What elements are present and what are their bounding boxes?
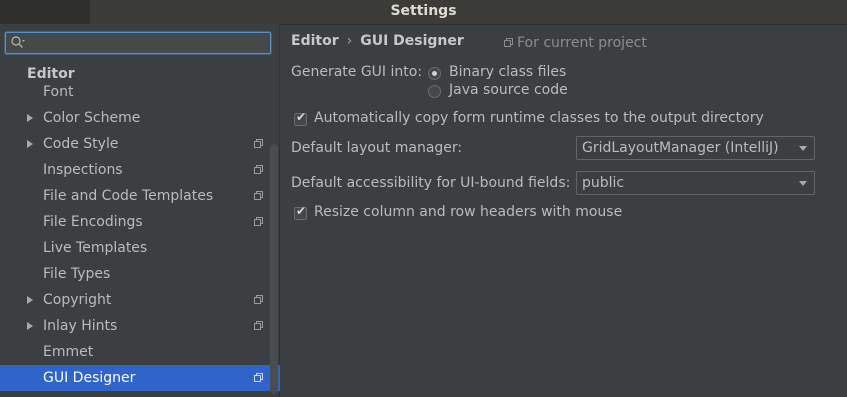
tree-item-inlay-hints[interactable]: Inlay Hints	[0, 313, 280, 339]
tree-item-copyright[interactable]: Copyright	[0, 287, 280, 313]
project-scope-icon	[254, 295, 263, 304]
breadcrumb-current: GUI Designer	[360, 33, 464, 49]
breadcrumb-parent[interactable]: Editor	[291, 33, 339, 49]
breadcrumb-separator: ›	[346, 33, 353, 49]
tree-item-label: Emmet	[43, 344, 94, 360]
tree-item-inspections[interactable]: Inspections	[0, 157, 280, 183]
window-title-bar: Settings	[0, 0, 847, 25]
project-scope-icon	[254, 165, 263, 174]
resize-headers-checkbox[interactable]: ✔	[294, 204, 307, 220]
window-title: Settings	[390, 3, 457, 19]
binary-class-files-radio[interactable]	[428, 67, 441, 80]
tree-item-label: Copyright	[43, 292, 112, 308]
java-source-code-radio[interactable]	[428, 85, 441, 98]
java-source-code-label[interactable]: Java source code	[449, 82, 568, 98]
tree-item-label: GUI Designer	[43, 370, 136, 386]
tree-item-label: Color Scheme	[43, 110, 141, 126]
tree-item-emmet[interactable]: Emmet	[0, 339, 280, 365]
layout-manager-select[interactable]: GridLayoutManager (IntelliJ)	[576, 136, 815, 160]
expand-arrow-icon[interactable]	[27, 322, 33, 330]
tree-item-font[interactable]: Font	[0, 79, 280, 105]
tree-item-label: Live Templates	[43, 240, 148, 256]
expand-arrow-icon[interactable]	[27, 296, 33, 304]
tree-item-label: Inlay Hints	[43, 318, 118, 334]
settings-content: Editor › GUI Designer For current project …	[281, 24, 847, 397]
resize-headers-label[interactable]: Resize column and row headers with mouse	[314, 204, 622, 220]
layout-manager-label: Default layout manager:	[291, 140, 463, 156]
sidebar-scrollbar[interactable]	[270, 144, 278, 394]
accessibility-value: public	[582, 175, 625, 191]
chevron-down-icon	[799, 146, 807, 151]
tree-item-code-style[interactable]: Code Style	[0, 131, 280, 157]
check-mark-icon: ✔	[296, 110, 307, 124]
tree-item-file-types[interactable]: File Types	[0, 261, 280, 287]
check-mark-icon: ✔	[296, 204, 307, 218]
breadcrumb: Editor › GUI Designer	[291, 33, 464, 49]
tree-item-gui-designer[interactable]: GUI Designer	[0, 365, 280, 391]
chevron-down-icon	[799, 181, 807, 186]
project-scope-icon	[254, 191, 263, 200]
tree-item-label: Inspections	[43, 162, 123, 178]
tree-item-label: Font	[43, 84, 74, 100]
search-input[interactable]	[5, 32, 271, 54]
project-scope-icon	[254, 373, 263, 382]
expand-arrow-icon[interactable]	[27, 140, 33, 148]
search-icon	[11, 36, 25, 48]
tree-item-label: File Types	[43, 266, 111, 282]
generate-gui-label: Generate GUI into:	[291, 64, 423, 80]
tree-item-label: File and Code Templates	[43, 188, 214, 204]
accessibility-label: Default accessibility for UI-bound field…	[291, 175, 571, 191]
project-scope-label: For current project	[517, 35, 647, 51]
project-scope-note: For current project	[504, 35, 647, 51]
project-scope-icon	[254, 321, 263, 330]
expand-arrow-icon[interactable]	[27, 114, 33, 122]
project-scope-icon	[254, 139, 263, 148]
tree-item-live-templates[interactable]: Live Templates	[0, 235, 280, 261]
copy-runtime-label[interactable]: Automatically copy form runtime classes …	[314, 110, 764, 126]
layout-manager-value: GridLayoutManager (IntelliJ)	[582, 140, 779, 156]
binary-class-files-label[interactable]: Binary class files	[449, 64, 566, 80]
accessibility-select[interactable]: public	[576, 171, 815, 195]
tree-item-label: Code Style	[43, 136, 119, 152]
tree-item-file-and-code-templates[interactable]: File and Code Templates	[0, 183, 280, 209]
tree-item-file-encodings[interactable]: File Encodings	[0, 209, 280, 235]
tree-item-label: File Encodings	[43, 214, 143, 230]
settings-sidebar: Editor Font Color Scheme Code Style Insp…	[0, 24, 280, 397]
project-scope-icon	[254, 217, 263, 226]
tree-item-color-scheme[interactable]: Color Scheme	[0, 105, 280, 131]
project-scope-icon	[504, 37, 513, 47]
copy-runtime-checkbox[interactable]: ✔	[294, 110, 307, 126]
